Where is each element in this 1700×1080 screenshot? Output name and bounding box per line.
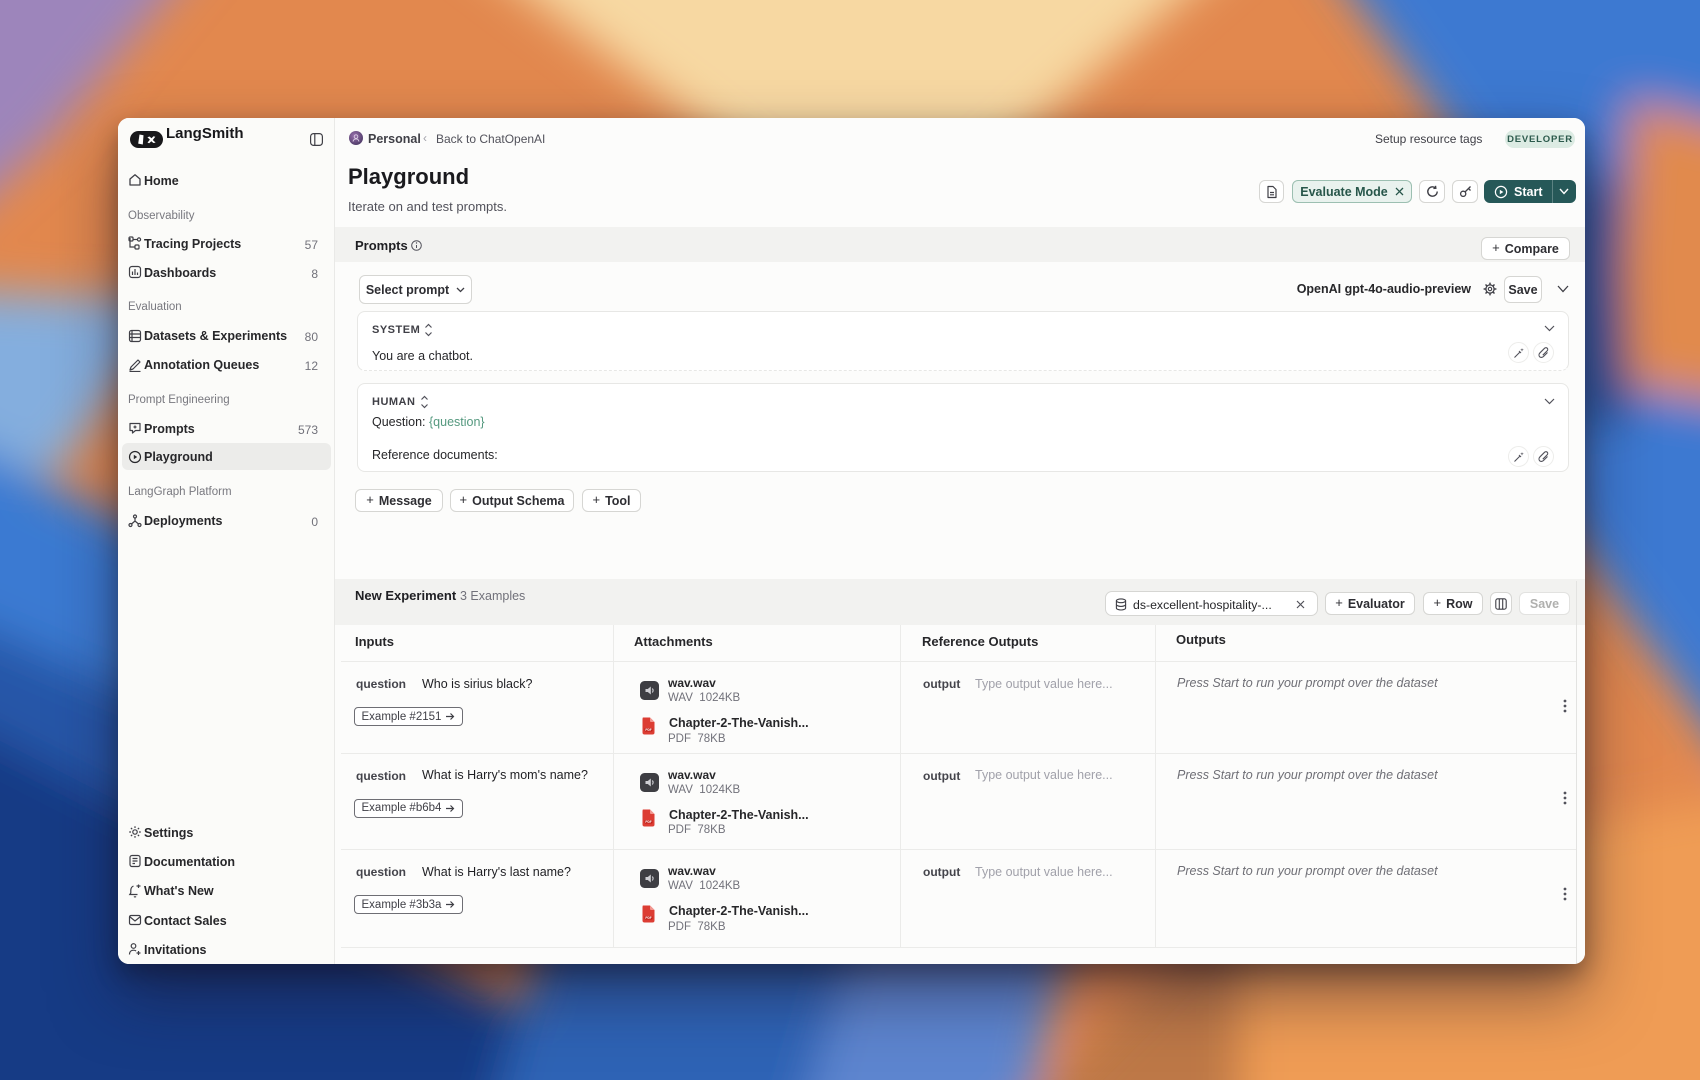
svg-text:PDF: PDF <box>645 916 651 920</box>
svg-text:PDF: PDF <box>645 819 651 823</box>
svg-text:PDF: PDF <box>645 728 651 732</box>
